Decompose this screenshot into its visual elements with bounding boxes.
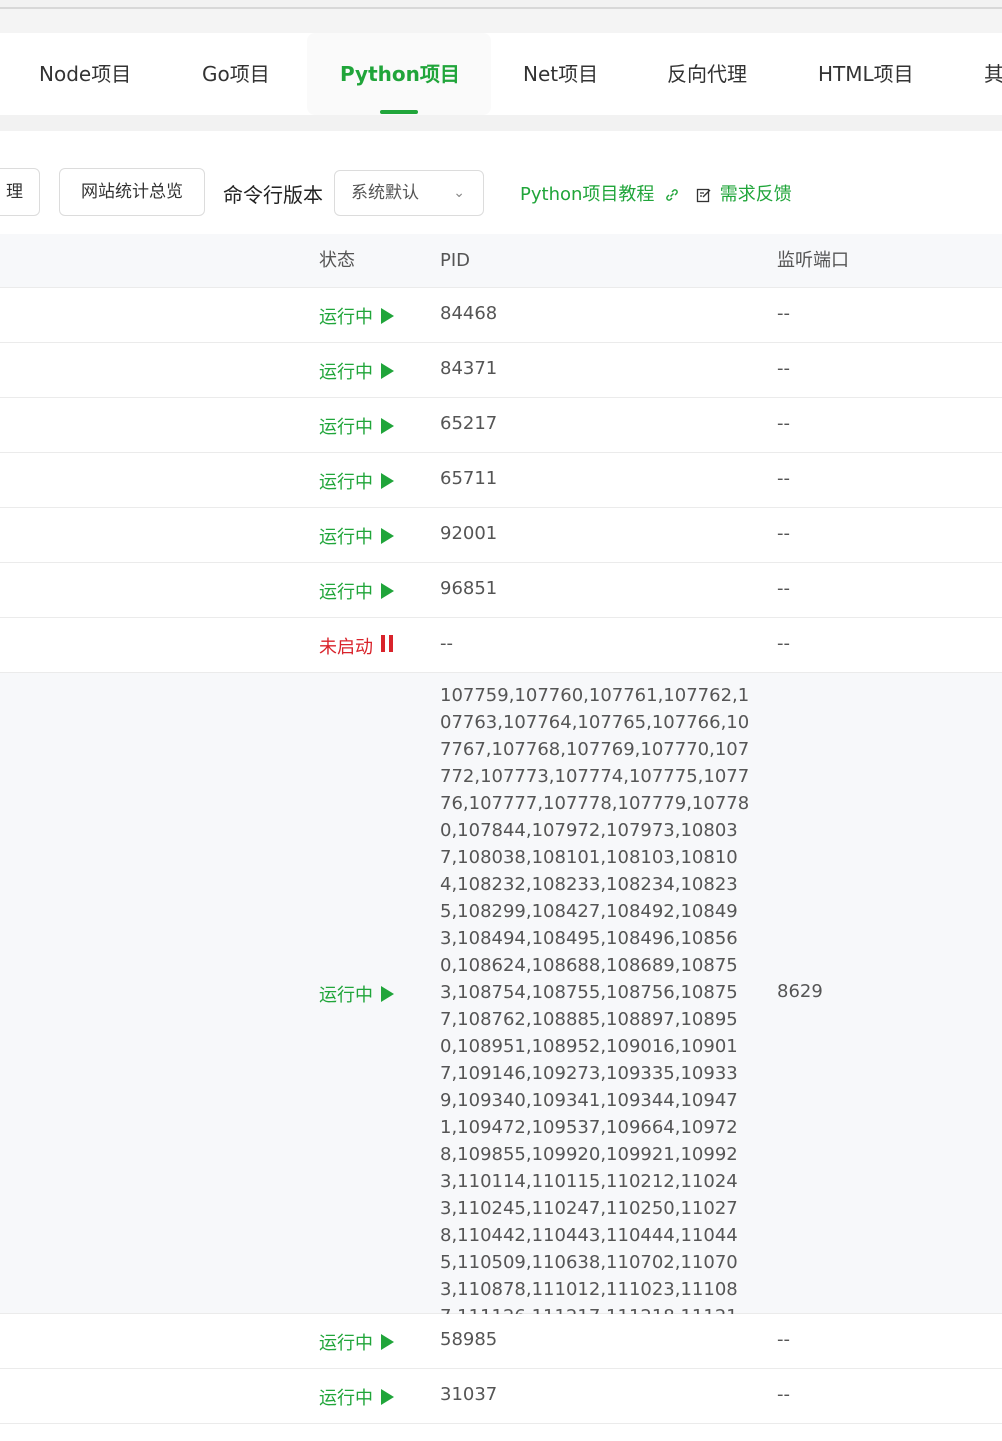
play-icon <box>381 473 394 489</box>
status-running[interactable]: 运行中 <box>319 358 394 384</box>
table-row[interactable]: 运行中 58985 -- <box>0 1314 1002 1369</box>
pid-value: 58985 <box>440 1329 498 1350</box>
top-band <box>0 9 1002 33</box>
status-label: 运行中 <box>319 417 373 438</box>
status-running[interactable]: 运行中 <box>319 981 394 1007</box>
tab-net[interactable]: Net项目 <box>523 33 598 115</box>
table-row[interactable]: 运行中 107759,107760,107761,107762,107763,1… <box>0 673 1002 1354</box>
status-label: 运行中 <box>319 582 373 603</box>
pid-value: 96851 <box>440 578 498 599</box>
port-value: -- <box>777 303 790 324</box>
table-row[interactable]: 运行中 65711 -- <box>0 453 1002 508</box>
port-value: -- <box>777 1384 790 1405</box>
tab-reverse-proxy[interactable]: 反向代理 <box>667 33 747 115</box>
status-label: 运行中 <box>319 307 373 328</box>
play-icon <box>381 583 394 599</box>
header-status[interactable]: 状态 <box>319 234 355 288</box>
chevron-down-icon: ⌄ <box>453 185 465 201</box>
pid-value: 84468 <box>440 303 498 324</box>
table-row[interactable]: 运行中 84468 -- <box>0 288 1002 343</box>
python-tutorial-link[interactable]: Python项目教程 <box>520 180 680 206</box>
header-pid[interactable]: PID <box>440 234 470 288</box>
port-value: -- <box>777 633 790 654</box>
table-row[interactable]: 运行中 92001 -- <box>0 508 1002 563</box>
port-value: -- <box>777 523 790 544</box>
play-icon <box>381 418 394 434</box>
status-stopped[interactable]: 未启动 <box>319 633 397 659</box>
pid-value: -- <box>440 633 453 654</box>
status-label: 未启动 <box>319 637 373 658</box>
pid-value: 65711 <box>440 468 498 489</box>
project-tabs: Node项目 Go项目 Python项目 Net项目 反向代理 HTML项目 其 <box>0 33 1002 115</box>
port-value: 8629 <box>777 981 823 1002</box>
table-row[interactable]: 运行中 65217 -- <box>0 398 1002 453</box>
status-running[interactable]: 运行中 <box>319 468 394 494</box>
status-running[interactable]: 运行中 <box>319 413 394 439</box>
status-running[interactable]: 运行中 <box>319 1384 394 1410</box>
status-running[interactable]: 运行中 <box>319 578 394 604</box>
status-label: 运行中 <box>319 985 373 1006</box>
play-icon <box>381 308 394 324</box>
table-header: 状态 PID 监听端口 <box>0 234 1002 288</box>
port-value: -- <box>777 413 790 434</box>
status-label: 运行中 <box>319 362 373 383</box>
port-value: -- <box>777 578 790 599</box>
port-value: -- <box>777 1329 790 1350</box>
status-running[interactable]: 运行中 <box>319 1329 394 1355</box>
pid-value: 92001 <box>440 523 498 544</box>
section-gap <box>0 115 1002 131</box>
pid-value: 31037 <box>440 1384 498 1405</box>
play-icon <box>381 1334 394 1350</box>
status-running[interactable]: 运行中 <box>319 303 394 329</box>
tab-python[interactable]: Python项目 <box>340 33 460 115</box>
pid-list-value: 107759,107760,107761,107762,107763,10776… <box>440 685 750 1354</box>
tab-go[interactable]: Go项目 <box>202 33 270 115</box>
port-value: -- <box>777 358 790 379</box>
active-tab-indicator <box>380 110 418 114</box>
edit-icon <box>696 188 711 203</box>
pid-value: 65217 <box>440 413 498 434</box>
status-label: 运行中 <box>319 527 373 548</box>
pid-value: 84371 <box>440 358 498 379</box>
table-row[interactable]: 未启动 -- -- <box>0 618 1002 673</box>
site-stats-button[interactable]: 网站统计总览 <box>59 168 205 216</box>
tab-node[interactable]: Node项目 <box>39 33 131 115</box>
cli-version-label: 命令行版本 <box>223 183 323 207</box>
link-icon <box>666 189 678 201</box>
header-port[interactable]: 监听端口 <box>777 234 849 288</box>
status-running[interactable]: 运行中 <box>319 523 394 549</box>
play-icon <box>381 528 394 544</box>
play-icon <box>381 363 394 379</box>
manage-button[interactable]: 理 <box>0 168 40 216</box>
play-icon <box>381 1389 394 1405</box>
port-value: -- <box>777 468 790 489</box>
cli-version-value: 系统默认 <box>351 183 419 203</box>
table-row[interactable]: 运行中 31037 -- <box>0 1369 1002 1424</box>
status-label: 运行中 <box>319 472 373 493</box>
python-tutorial-label: Python项目教程 <box>520 184 655 205</box>
status-label: 运行中 <box>319 1333 373 1354</box>
play-icon <box>381 986 394 1002</box>
table-row[interactable]: 运行中 96851 -- <box>0 563 1002 618</box>
cli-version-select[interactable]: 系统默认 ⌄ <box>334 170 484 216</box>
status-label: 运行中 <box>319 1388 373 1409</box>
tab-html[interactable]: HTML项目 <box>818 33 914 115</box>
table-row[interactable]: 运行中 84371 -- <box>0 343 1002 398</box>
main-content: 理 网站统计总览 命令行版本 系统默认 ⌄ Python项目教程 需求反馈 状态… <box>0 131 1002 1441</box>
pause-icon <box>381 635 397 657</box>
tab-other[interactable]: 其 <box>984 33 1002 115</box>
feedback-link[interactable]: 需求反馈 <box>696 180 792 206</box>
feedback-label: 需求反馈 <box>719 184 792 205</box>
